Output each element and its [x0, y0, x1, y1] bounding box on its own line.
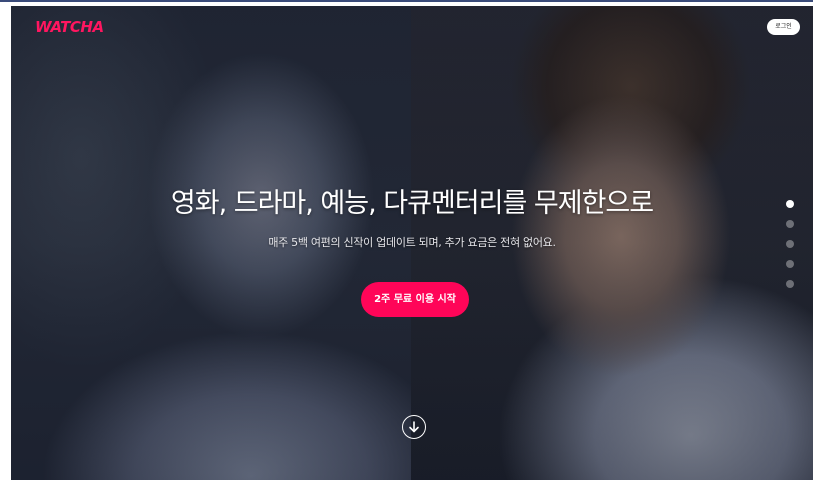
- scroll-down-button[interactable]: [402, 415, 426, 439]
- hero-subline: 매주 5백 여편의 신작이 업데이트 되며, 추가 요금은 전혀 없어요.: [268, 236, 556, 249]
- pager-dot-3[interactable]: [786, 240, 794, 248]
- pager-dot-5[interactable]: [786, 280, 794, 288]
- login-button[interactable]: 로그인: [767, 19, 800, 35]
- free-trial-button[interactable]: 2주 무료 이용 시작: [361, 282, 469, 317]
- arrow-down-icon: [409, 421, 419, 433]
- watcha-logo[interactable]: WATCHA: [35, 18, 104, 36]
- top-border: [0, 0, 813, 2]
- hero-section: WATCHA 로그인 영화, 드라마, 예능, 다큐멘터리를 무제한으로 매주 …: [11, 6, 813, 480]
- hero-headline: 영화, 드라마, 예능, 다큐멘터리를 무제한으로: [170, 188, 654, 219]
- page: WATCHA 로그인 영화, 드라마, 예능, 다큐멘터리를 무제한으로 매주 …: [0, 0, 813, 480]
- pager-dot-1[interactable]: [786, 200, 794, 208]
- pager-dot-4[interactable]: [786, 260, 794, 268]
- pager-dot-2[interactable]: [786, 220, 794, 228]
- slide-pager: [786, 200, 796, 300]
